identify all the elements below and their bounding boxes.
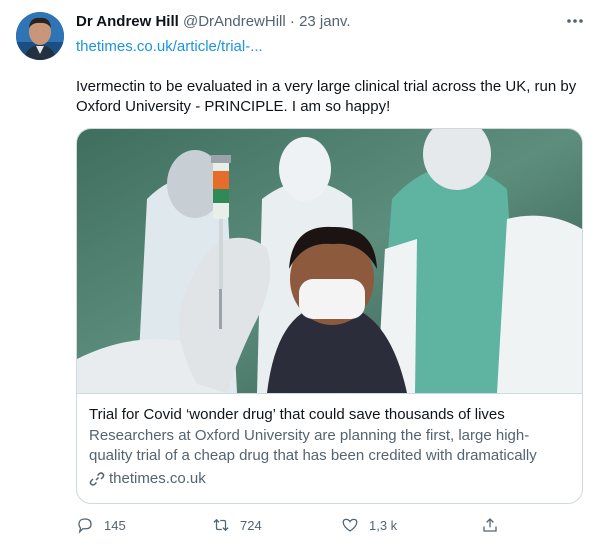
heart-icon (342, 518, 358, 532)
card-domain-row: thetimes.co.uk (89, 470, 570, 487)
retweet-button[interactable]: 724 (212, 510, 262, 540)
tweet-text: Ivermectin to be evaluated in a very lar… (76, 78, 577, 115)
tweet-header: Dr Andrew Hill @DrAndrewHill · 23 janv. (76, 13, 584, 35)
separator-dot: · (289, 13, 295, 30)
article-link[interactable]: thetimes.co.uk/article/trial-... (76, 38, 263, 55)
tweet-actions: 145 724 1,3 k (76, 510, 581, 542)
author-name[interactable]: Dr Andrew Hill (76, 13, 179, 30)
avatar-image (16, 12, 64, 60)
link-icon (89, 471, 105, 486)
retweet-count: 724 (240, 517, 262, 533)
card-image (77, 129, 582, 394)
tweet-date[interactable]: 23 janv. (299, 13, 350, 30)
share-icon (483, 518, 497, 532)
like-count: 1,3 k (369, 517, 398, 533)
more-icon (567, 19, 583, 23)
link-card[interactable]: Trial for Covid ‘wonder drug’ that could… (76, 128, 583, 504)
avatar[interactable] (16, 12, 64, 60)
like-button[interactable]: 1,3 k (341, 510, 397, 540)
author-handle[interactable]: @DrAndrewHill (183, 13, 286, 30)
reply-count: 145 (104, 517, 126, 533)
more-button[interactable] (562, 11, 588, 31)
card-body: Trial for Covid ‘wonder drug’ that could… (89, 405, 570, 487)
share-button[interactable] (481, 510, 499, 540)
reply-icon (78, 518, 92, 534)
retweet-icon (213, 518, 229, 532)
card-domain: thetimes.co.uk (109, 470, 206, 487)
card-description: Researchers at Oxford University are pla… (89, 427, 537, 464)
reply-button[interactable]: 145 (76, 510, 126, 540)
card-title: Trial for Covid ‘wonder drug’ that could… (89, 406, 505, 423)
